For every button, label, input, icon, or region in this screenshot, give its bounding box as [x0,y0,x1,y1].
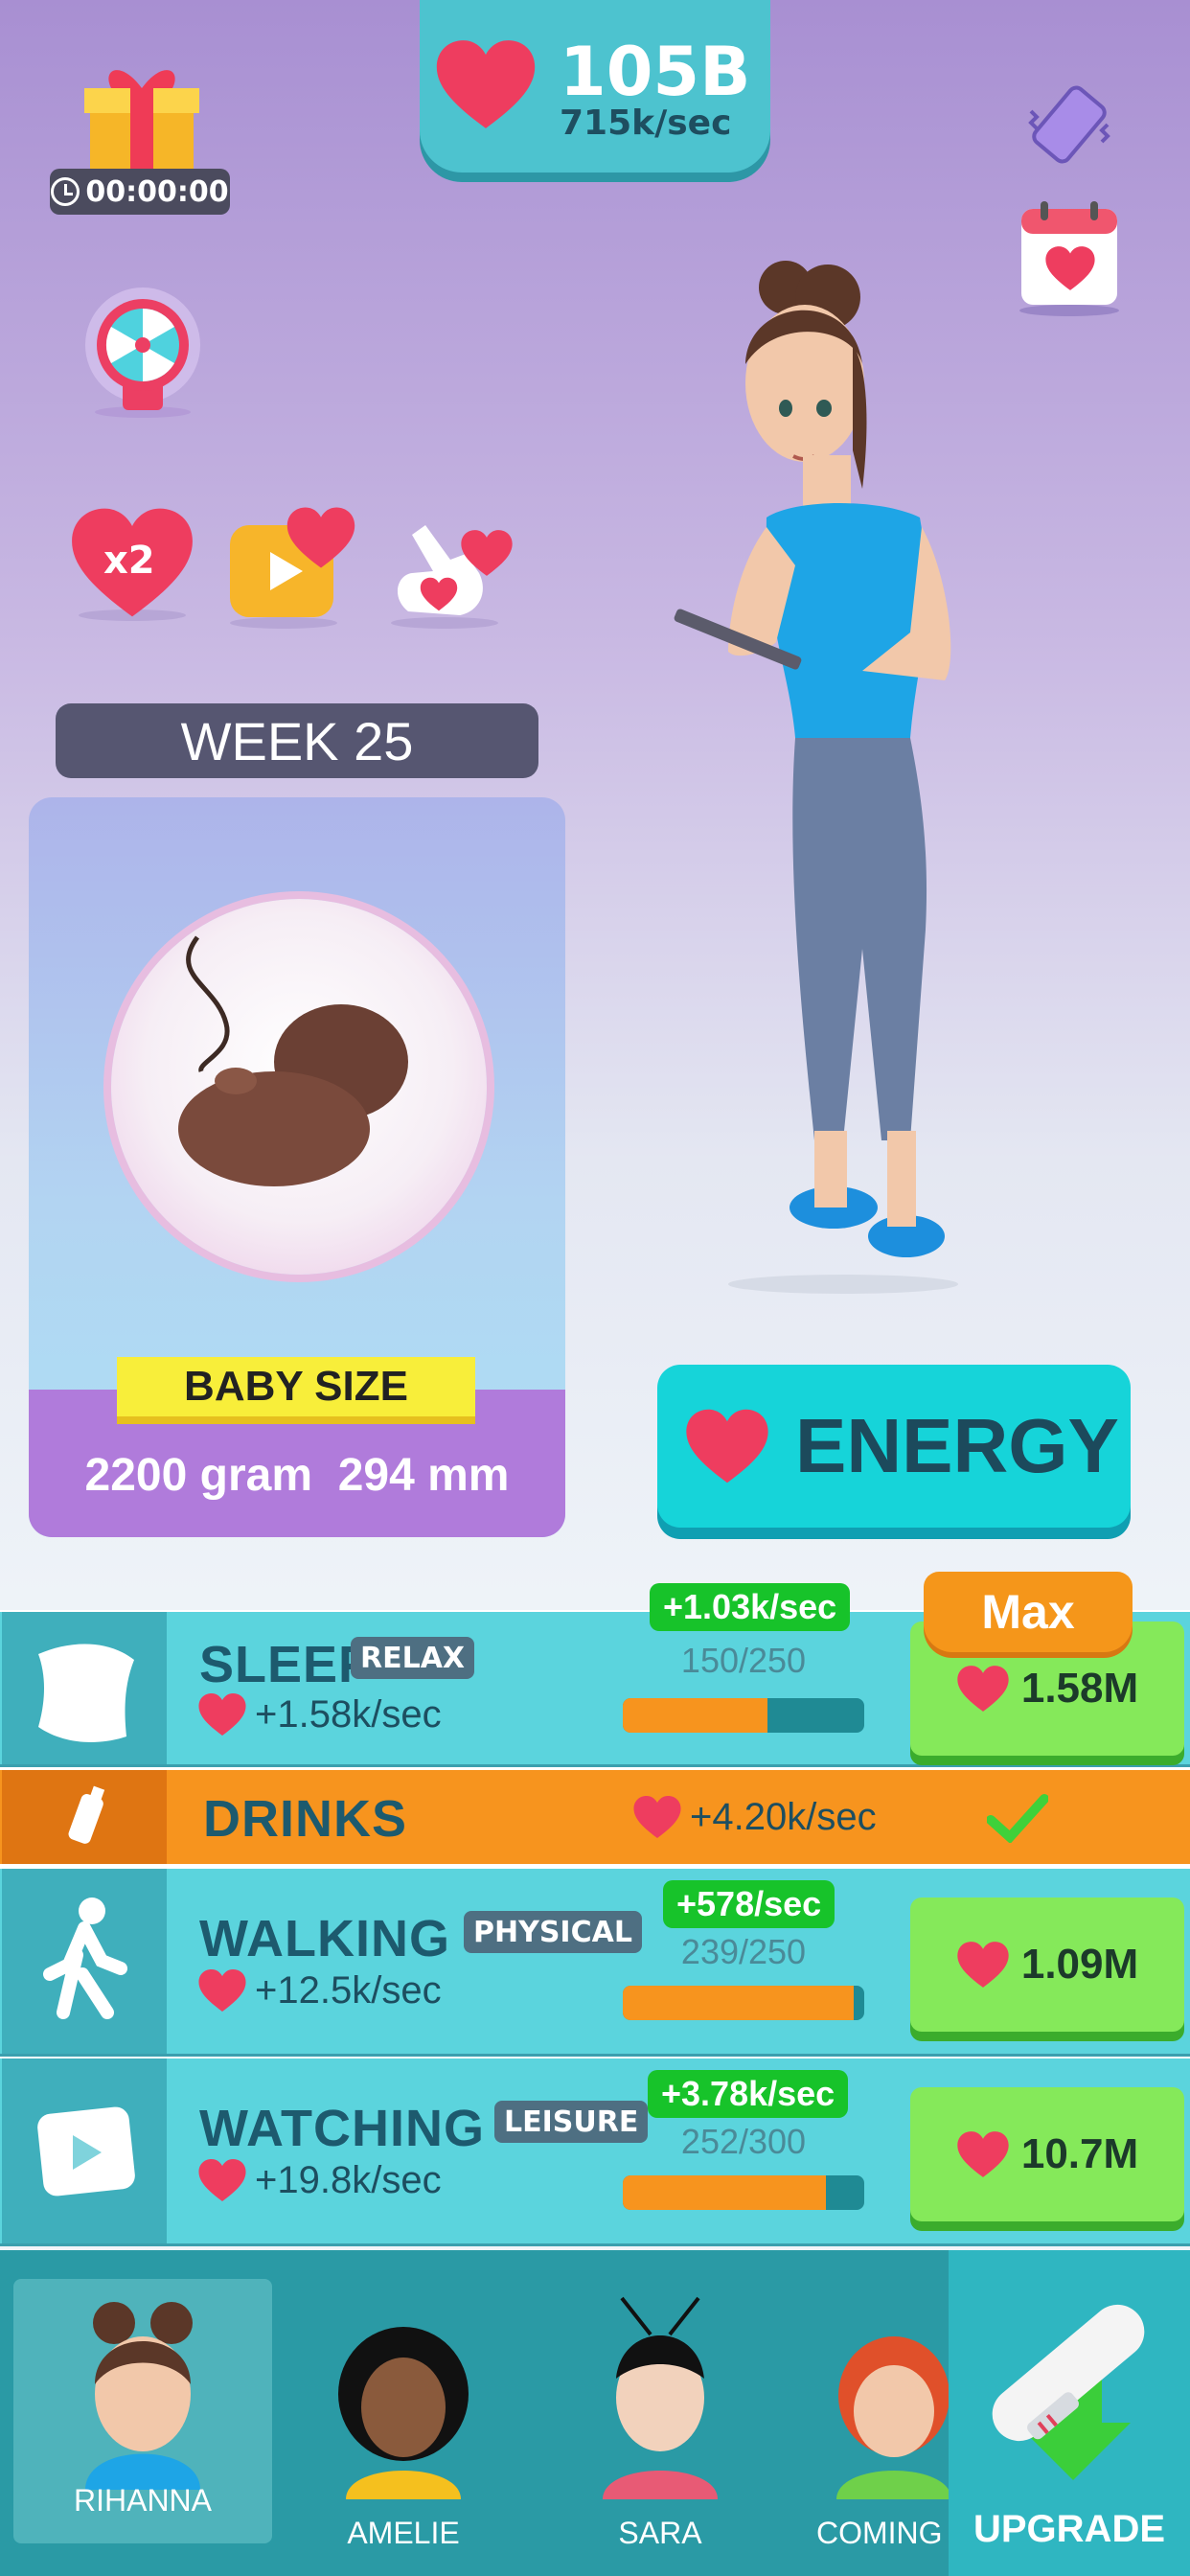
character-tab-rihanna[interactable]: RIHANNA [13,2279,272,2543]
upgrade-label: UPGRADE [973,2508,1166,2550]
timer-value: 00:00:00 [85,174,229,209]
character-tab-sara[interactable]: SARA [531,2250,790,2576]
clock-icon [51,177,80,206]
activity-row-drinks[interactable]: DRINKS +4.20k/sec [0,1767,1190,1867]
level-progress [623,1986,864,2020]
upgrade-rate-badge: +1.03k/sec [650,1583,851,1631]
currency-rate: 715k/sec [560,104,732,143]
watching-icon-box [2,2058,167,2243]
vibration-icon[interactable] [1021,77,1117,172]
walking-person-icon [43,1898,127,2019]
pillow-icon [38,1644,134,1742]
baby-size-tag: BABY SIZE [117,1357,475,1424]
gift-icon[interactable] [82,59,201,184]
price-value: 1.58M [1020,1665,1139,1712]
character-name: RIHANNA [73,2483,212,2518]
upgrade-rate-badge: +578/sec [663,1880,835,1928]
x2-label: x2 [103,539,155,583]
rate-value: +12.5k/sec [255,1968,442,2012]
bottle-icon [68,1785,105,1844]
avatar [85,2302,200,2490]
avatar [836,2336,949,2499]
rate-value: +1.58k/sec [255,1692,442,1736]
pregnancy-test-icon [992,2304,1145,2480]
tap-heart-icon[interactable] [383,506,517,631]
double-boost-button[interactable]: x2 [69,506,203,631]
baby-card[interactable]: BABY SIZE 2200 gram 294 mm [29,797,565,1537]
upgrade-button[interactable]: UPGRADE [949,2250,1190,2576]
character-tab-amelie[interactable]: AMELIE [274,2250,533,2576]
activity-rate: +19.8k/sec [197,2158,442,2202]
progress-fill [623,1698,768,1733]
energy-button[interactable]: ENERGY [657,1365,1131,1528]
progress-fill [623,1986,854,2020]
currency-panel: 105B 715k/sec [420,0,770,172]
character-name: SARA [618,2516,702,2550]
activity-row-watching: WATCHING LEISURE +19.8k/sec +3.78k/sec 2… [0,2057,1190,2246]
activity-name: DRINKS [203,1790,408,1848]
baby-size-values: 2200 gram 294 mm [29,1449,565,1502]
level-count: 150/250 [680,1641,807,1680]
character-name: COMING S [816,2516,949,2550]
upgrade-rate-badge: +3.78k/sec [648,2070,849,2118]
currency-total: 105B [560,33,751,111]
activity-rate: +12.5k/sec [197,1968,442,2012]
level-progress [623,1698,864,1733]
avatar [603,2296,718,2499]
sleep-icon-box [2,1612,167,1764]
activity-row-walking: WALKING PHYSICAL +12.5k/sec +578/sec 239… [0,1867,1190,2057]
heart-icon [197,1968,247,2012]
gift-timer: 00:00:00 [50,169,230,215]
character-woman [674,261,958,1294]
buy-button[interactable]: 10.7M [910,2087,1184,2221]
fetus-icon [178,935,408,1186]
baby-weight: 2200 gram [84,1450,313,1501]
baby-bubble [111,899,487,1275]
activity-name: SLEEP [199,1636,375,1693]
heart-icon [632,1795,682,1839]
rate-value: +19.8k/sec [255,2158,442,2201]
character-name: AMELIE [347,2516,460,2550]
activity-rate: +1.58k/sec [197,1692,442,1736]
heart-icon [684,1408,770,1484]
walking-icon-box [2,1869,167,2054]
level-count: 252/300 [680,2122,807,2161]
rate-value: +4.20k/sec [690,1795,877,1838]
week-label: WEEK 25 [56,703,538,778]
price-value: 1.09M [1020,1941,1139,1988]
level-progress [623,2175,864,2210]
activity-name: WALKING [199,1910,450,1967]
progress-fill [623,2175,826,2210]
heart-icon [433,38,538,130]
heart-icon [197,2158,247,2202]
heart-icon [956,2130,1010,2178]
heart-icon [197,1692,247,1736]
video-reward-button[interactable] [226,506,360,631]
heart-icon [956,1665,1010,1713]
activity-name: WATCHING [199,2100,485,2157]
level-count: 239/250 [680,1932,807,1971]
buy-button[interactable]: 1.09M [910,1898,1184,2032]
activity-tag: RELAX [351,1637,475,1679]
activity-tag: PHYSICAL [464,1911,642,1953]
energy-label: ENERGY [795,1403,1119,1488]
heart-icon [956,1941,1010,1989]
avatar [338,2327,469,2499]
fortune-wheel-icon[interactable] [82,286,203,420]
baby-length: 294 mm [337,1450,510,1501]
activity-rate: +4.20k/sec [632,1795,877,1839]
calendar-icon[interactable] [1018,199,1121,316]
drinks-icon-box [2,1770,167,1864]
checkmark-icon [987,1794,1048,1843]
play-icon [37,2106,135,2196]
character-tab-coming-soon[interactable]: COMING S [801,2250,949,2576]
max-tag: Max [924,1572,1133,1652]
price-value: 10.7M [1020,2130,1139,2177]
